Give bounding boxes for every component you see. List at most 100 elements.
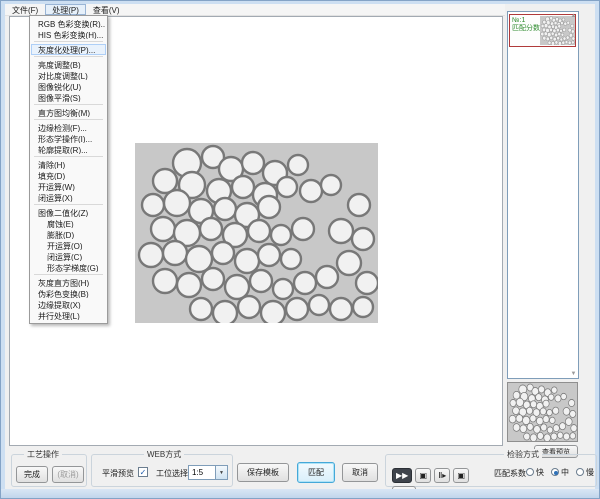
- match-item-number: №:1: [512, 17, 540, 25]
- speed-radio-0[interactable]: 快: [526, 467, 544, 478]
- web-group-caption: WEB方式: [144, 449, 184, 460]
- menu-item-label: 对比度调整(L): [38, 72, 88, 81]
- menu-item[interactable]: 边缘检测(F)...: [31, 122, 106, 133]
- menu-item-label: 伪彩色变换(B): [38, 290, 89, 299]
- match-item-thumbnail: [540, 16, 575, 45]
- nav-button-row: ▶▶ ▣ Ⅱ▸ ▣ 运行: [392, 465, 492, 480]
- menu-item[interactable]: 开运算(W): [31, 181, 106, 192]
- menu-item[interactable]: 图像平滑(S): [31, 92, 106, 103]
- menu-item-label: 并行处理(L): [38, 312, 80, 321]
- match-coefficient-label: 匹配系数: [494, 468, 526, 479]
- menu-item-label: 边缘检测(F)...: [38, 124, 87, 133]
- menu-item-label: 灰度化处理(P)...: [38, 46, 95, 55]
- stop-button[interactable]: (取消): [52, 466, 84, 483]
- match-button[interactable]: 匹配: [297, 462, 335, 483]
- menu-item[interactable]: 开运算(O): [31, 240, 106, 251]
- match-item-text: №:1 匹配分数: [510, 15, 540, 46]
- menu-item-label: 图像二值化(Z): [38, 209, 88, 218]
- radio-icon: [551, 468, 559, 476]
- cancel-button[interactable]: 取消: [342, 463, 378, 482]
- nav-button[interactable]: Ⅱ▸: [434, 468, 450, 483]
- app-window: 文件(F) 处理(P) 查看(V) RGB 色彩变换(R)... HIS 色彩变…: [0, 0, 600, 499]
- smooth-preview-checkbox[interactable]: ✓: [138, 467, 148, 477]
- menu-item[interactable]: 闭运算(C): [31, 251, 106, 262]
- menu-item[interactable]: 灰度化处理(P)...: [31, 44, 106, 55]
- inspect-group-caption: 检验方式: [504, 449, 542, 460]
- speed-radio-2[interactable]: 慢: [576, 467, 594, 478]
- menu-item[interactable]: 形态学操作(I)...: [31, 133, 106, 144]
- process-dropdown-menu: RGB 色彩变换(R)... HIS 色彩变换(H)... 灰度化处理(P)..…: [29, 15, 108, 324]
- menu-separator: [31, 118, 106, 122]
- process-group-caption: 工艺操作: [24, 449, 62, 460]
- menu-item-label: 灰度直方图(H): [38, 279, 89, 288]
- menu-item[interactable]: 轮廓提取(R)...: [31, 144, 106, 155]
- scroll-down-icon[interactable]: ▼: [570, 371, 577, 377]
- menu-item-label: 图像平滑(S): [38, 94, 81, 103]
- menu-item[interactable]: 图像二值化(Z): [31, 207, 106, 218]
- radio-icon: [526, 468, 534, 476]
- menu-item[interactable]: 清除(H): [31, 159, 106, 170]
- scroll-up-icon[interactable]: ▲: [570, 13, 577, 19]
- specimen-image: [135, 143, 378, 323]
- menu-item-label: 形态学操作(I)...: [38, 135, 92, 144]
- menu-item[interactable]: 伪彩色变换(B): [31, 288, 106, 299]
- menu-separator: [31, 155, 106, 159]
- menu-separator: [31, 273, 106, 277]
- menu-item-label: 清除(H): [38, 161, 65, 170]
- speed-radio-1[interactable]: 中: [551, 467, 569, 478]
- match-result-listbox[interactable]: №:1 匹配分数 ▲ ▼: [507, 11, 579, 379]
- menu-item[interactable]: 亮度调整(B): [31, 59, 106, 70]
- speed-radio-label: 快: [536, 468, 544, 477]
- match-list-item[interactable]: №:1 匹配分数: [509, 14, 576, 47]
- menu-bar-item[interactable]: 处理(P): [45, 4, 86, 15]
- menu-item[interactable]: 图像锐化(U): [31, 81, 106, 92]
- menu-item[interactable]: 直方图均衡(M): [31, 107, 106, 118]
- menu-item-label: 腐蚀(E): [47, 220, 74, 229]
- menu-item-label: 闭运算(X): [38, 194, 73, 203]
- process-operation-group: 工艺操作 完成 (取消): [11, 454, 87, 487]
- station-select-combo[interactable]: 1:5 ▼: [188, 465, 228, 480]
- match-item-score-label: 匹配分数: [512, 25, 540, 33]
- station-select-value: 1:5: [189, 468, 215, 477]
- speed-radio-label: 中: [561, 468, 569, 477]
- menu-item-label: 边缘提取(X): [38, 301, 81, 310]
- nav-button[interactable]: ▣: [415, 468, 431, 483]
- station-select-label: 工位选择:: [156, 468, 190, 479]
- smooth-preview-label: 平滑预览: [102, 468, 134, 479]
- menu-separator: [31, 203, 106, 207]
- menu-item[interactable]: HIS 色彩变换(H)...: [31, 29, 106, 40]
- menu-bar-item[interactable]: 文件(F): [5, 4, 45, 15]
- menu-item-label: 图像锐化(U): [38, 83, 81, 92]
- inspect-mode-group: 检验方式 ▶▶ ▣ Ⅱ▸ ▣ 运行 匹配系数 快中慢: [385, 454, 597, 487]
- nav-button[interactable]: ▣: [453, 468, 469, 483]
- menu-item-label: HIS 色彩变换(H)...: [38, 31, 103, 40]
- menu-item[interactable]: RGB 色彩变换(R)...: [31, 18, 106, 29]
- menu-item[interactable]: 填充(D): [31, 170, 106, 181]
- menu-item[interactable]: 并行处理(L): [31, 310, 106, 321]
- menu-bar-item-label: 处理(P): [52, 5, 79, 16]
- menu-bar-item[interactable]: 查看(V): [86, 4, 127, 15]
- nav-button-icon: ▣: [458, 471, 466, 480]
- menu-item-label: 填充(D): [38, 172, 65, 181]
- menu-separator: [31, 55, 106, 59]
- menu-separator: [31, 103, 106, 107]
- web-mode-group: WEB方式 平滑预览 ✓ 工位选择: 1:5 ▼: [91, 454, 233, 487]
- menu-item[interactable]: 对比度调整(L): [31, 70, 106, 81]
- nav-button[interactable]: ▶▶: [392, 468, 412, 483]
- save-template-button[interactable]: 保存模板: [237, 463, 289, 482]
- done-button[interactable]: 完成: [16, 466, 48, 483]
- menu-item-label: 轮廓提取(R)...: [38, 146, 88, 155]
- radio-icon: [576, 468, 584, 476]
- menu-item-label: 闭运算(C): [47, 253, 82, 262]
- menu-item[interactable]: 形态学梯度(G): [31, 262, 106, 273]
- menu-item[interactable]: 边缘提取(X): [31, 299, 106, 310]
- preview-thumbnail: [507, 382, 578, 442]
- menu-item[interactable]: 闭运算(X): [31, 192, 106, 203]
- menu-separator: [31, 40, 106, 44]
- menu-item-label: 形态学梯度(G): [47, 264, 99, 273]
- menu-item[interactable]: 膨胀(D): [31, 229, 106, 240]
- combo-dropdown-icon[interactable]: ▼: [215, 466, 227, 479]
- menu-item[interactable]: 腐蚀(E): [31, 218, 106, 229]
- menu-item[interactable]: 灰度直方图(H): [31, 277, 106, 288]
- window-border-right: [595, 1, 599, 499]
